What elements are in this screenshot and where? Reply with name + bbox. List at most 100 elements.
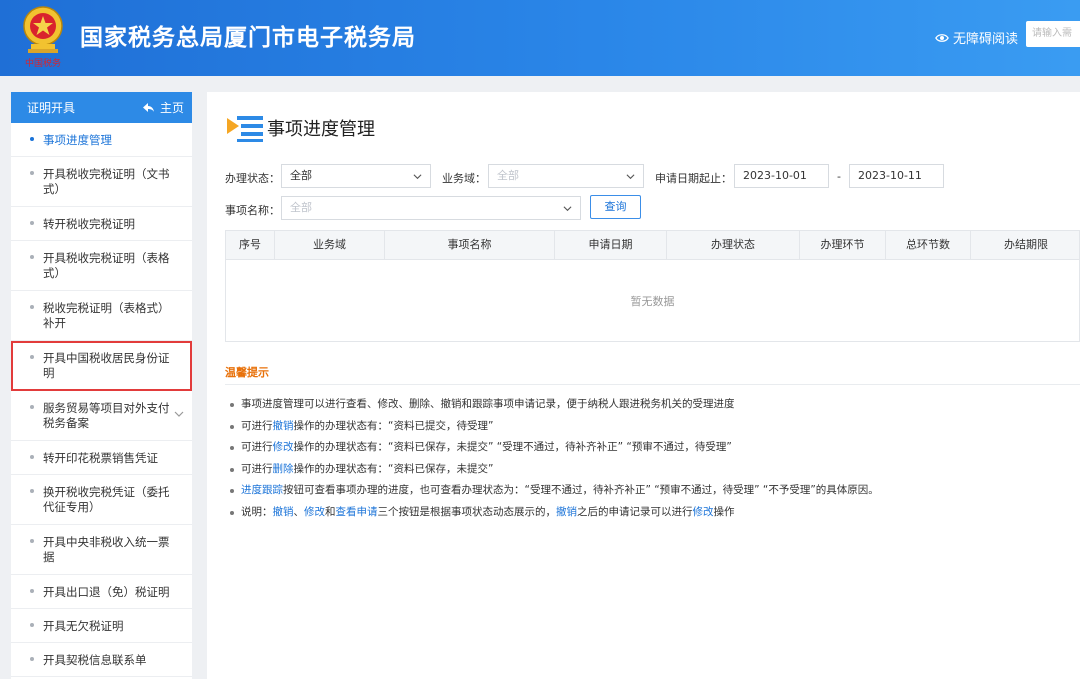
accessibility-link[interactable]: 无障碍阅读: [935, 28, 1018, 47]
page-title: 事项进度管理: [267, 115, 375, 141]
tip-text: 操作: [714, 506, 735, 518]
column-header: 总环节数: [886, 231, 971, 259]
chevron-down-icon: [174, 409, 184, 419]
sidebar-item-no-arrears-certificate[interactable]: 开具无欠税证明: [11, 609, 192, 643]
revoke-link[interactable]: 撤销: [273, 420, 294, 432]
progress-tracking-link[interactable]: 进度跟踪: [241, 484, 283, 496]
sidebar-item-label: 税收完税证明（表格式）补开: [43, 301, 170, 330]
sidebar-item-exchange-tax-voucher[interactable]: 换开税收完税凭证（委托代征专用）: [11, 475, 192, 525]
sidebar-item-tax-certificate-document[interactable]: 开具税收完税证明（文书式）: [11, 157, 192, 207]
tip-item: 进度跟踪按钮可查看事项办理的进度，也可查看办理状态为：“受理不通过，待补齐补正”…: [229, 480, 879, 502]
sidebar-item-label: 换开税收完税凭证（委托代征专用）: [43, 485, 170, 514]
sidebar-item-label: 开具契税信息联系单: [43, 653, 147, 667]
sidebar-item-label: 开具中国税收居民身份证明: [43, 351, 170, 380]
delete-link[interactable]: 删除: [273, 463, 294, 475]
sidebar-item-deed-tax-contact[interactable]: 开具契税信息联系单: [11, 643, 192, 677]
tips-divider: [225, 384, 1080, 385]
view-application-link[interactable]: 查看申请: [336, 506, 378, 518]
domain-select[interactable]: 全部: [488, 164, 644, 188]
tip-text: 操作的办理状态有：“资料已提交，待受理”: [294, 420, 494, 432]
top-header: 中国税务 国家税务总局厦门市电子税务局 无障碍阅读 请输入需: [0, 0, 1080, 76]
tip-item: 可进行修改操作的办理状态有：“资料已保存，未提交” “受理不通过，待补齐补正” …: [229, 437, 879, 459]
tip-text: 可进行: [241, 463, 273, 475]
item-name-select[interactable]: 全部: [281, 196, 581, 220]
tip-text: 操作的办理状态有：“资料已保存，未提交” “受理不通过，待补齐补正” “预审不通…: [294, 441, 732, 453]
sidebar-menu: 事项进度管理 开具税收完税证明（文书式） 转开税收完税证明 开具税收完税证明（表…: [11, 123, 192, 677]
home-link[interactable]: 主页: [142, 99, 184, 116]
sidebar-item-label: 开具中央非税收入统一票据: [43, 535, 170, 564]
start-date-input[interactable]: 2023-10-01: [734, 164, 829, 188]
back-arrow-icon: [142, 102, 155, 113]
tips-list: 事项进度管理可以进行查看、修改、删除、撤销和跟踪事项申请记录，便于纳税人跟进税务…: [229, 394, 879, 523]
chevron-down-icon: [413, 172, 422, 181]
tip-item: 可进行撤销操作的办理状态有：“资料已提交，待受理”: [229, 416, 879, 438]
page-heading: 事项进度管理: [225, 112, 375, 144]
eye-icon: [935, 31, 949, 45]
revoke-link[interactable]: 撤销: [556, 506, 577, 518]
sidebar-item-label: 转开税收完税证明: [43, 217, 135, 231]
tax-emblem-logo: 中国税务: [18, 4, 68, 70]
tip-text: 事项进度管理可以进行查看、修改、删除、撤销和跟踪事项申请记录，便于纳税人跟进税务…: [241, 398, 735, 410]
chevron-down-icon: [626, 172, 635, 181]
column-header: 办理环节: [800, 231, 886, 259]
tip-text: 和: [325, 506, 336, 518]
sidebar-item-export-refund-certificate[interactable]: 开具出口退（免）税证明: [11, 575, 192, 609]
sidebar-item-progress-management[interactable]: 事项进度管理: [11, 123, 192, 157]
tip-text: 按钮可查看事项办理的进度，也可查看办理状态为：“受理不通过，待补齐补正” “预审…: [283, 484, 879, 496]
column-header: 申请日期: [555, 231, 667, 259]
domain-select-value: 全部: [497, 169, 519, 182]
tip-text: 之后的申请记录可以进行: [577, 506, 693, 518]
emblem-caption: 中国税务: [25, 57, 61, 69]
sidebar-item-label: 开具税收完税证明（表格式）: [43, 251, 170, 280]
header-search-input[interactable]: 请输入需: [1026, 21, 1080, 47]
status-label: 办理状态：: [225, 170, 280, 186]
date-range-label: 申请日期起止：: [655, 170, 732, 186]
home-label: 主页: [160, 99, 184, 116]
query-button[interactable]: 查询: [590, 195, 641, 219]
table-header: 序号 业务域 事项名称 申请日期 办理状态 办理环节 总环节数 办结期限: [226, 231, 1079, 260]
item-name-select-value: 全部: [290, 201, 312, 214]
tip-text: 、: [294, 506, 305, 518]
progress-table: 序号 业务域 事项名称 申请日期 办理状态 办理环节 总环节数 办结期限 暂无数…: [225, 230, 1080, 342]
column-header: 办结期限: [971, 231, 1080, 259]
sidebar-item-non-tax-bill[interactable]: 开具中央非税收入统一票据: [11, 525, 192, 575]
tip-item: 事项进度管理可以进行查看、修改、删除、撤销和跟踪事项申请记录，便于纳税人跟进税务…: [229, 394, 879, 416]
sidebar-item-label: 开具税收完税证明（文书式）: [43, 167, 170, 196]
sidebar-item-service-trade-filing[interactable]: 服务贸易等项目对外支付税务备案: [11, 391, 192, 441]
sidebar-item-label: 开具出口退（免）税证明: [43, 585, 170, 599]
main-content: 事项进度管理 办理状态： 全部 业务域： 全部 申请日期起止： 2023-10-…: [207, 92, 1080, 679]
tip-text: 三个按钮是根据事项状态动态展示的，: [378, 506, 557, 518]
sidebar-item-tax-certificate-table[interactable]: 开具税收完税证明（表格式）: [11, 241, 192, 291]
sidebar-section-title: 证明开具: [27, 99, 75, 116]
tip-text: 操作的办理状态有：“资料已保存，未提交”: [294, 463, 494, 475]
sidebar-item-tax-certificate-reissue[interactable]: 税收完税证明（表格式）补开: [11, 291, 192, 341]
table-empty-text: 暂无数据: [226, 293, 1079, 309]
sidebar-item-stamp-tax-voucher[interactable]: 转开印花税票销售凭证: [11, 441, 192, 475]
status-select[interactable]: 全部: [281, 164, 431, 188]
tips-title: 温馨提示: [225, 364, 269, 380]
tip-text: 说明：: [241, 506, 273, 518]
sidebar-item-label: 转开印花税票销售凭证: [43, 451, 158, 465]
column-header: 办理状态: [667, 231, 800, 259]
domain-label: 业务域：: [442, 170, 486, 186]
list-progress-icon: [225, 112, 265, 144]
sidebar-item-label: 事项进度管理: [43, 133, 112, 147]
end-date-input[interactable]: 2023-10-11: [849, 164, 944, 188]
column-header: 业务域: [275, 231, 385, 259]
site-title: 国家税务总局厦门市电子税务局: [80, 18, 416, 52]
sidebar-header: 证明开具 主页: [11, 92, 192, 123]
sidebar-item-label: 服务贸易等项目对外支付税务备案: [43, 401, 170, 430]
status-select-value: 全部: [290, 169, 312, 182]
modify-link[interactable]: 修改: [273, 441, 294, 453]
date-separator: -: [837, 170, 841, 183]
item-name-label: 事项名称：: [225, 202, 280, 218]
column-header: 序号: [226, 231, 275, 259]
sidebar: 证明开具 主页 事项进度管理 开具税收完税证明（文书式） 转开税收完税证明 开具…: [11, 92, 192, 679]
sidebar-item-transfer-tax-certificate[interactable]: 转开税收完税证明: [11, 207, 192, 241]
modify-link[interactable]: 修改: [304, 506, 325, 518]
tip-text: 可进行: [241, 441, 273, 453]
revoke-link[interactable]: 撤销: [273, 506, 294, 518]
chevron-down-icon: [563, 204, 572, 213]
modify-link[interactable]: 修改: [693, 506, 714, 518]
sidebar-item-tax-resident-certificate[interactable]: 开具中国税收居民身份证明: [11, 341, 192, 391]
